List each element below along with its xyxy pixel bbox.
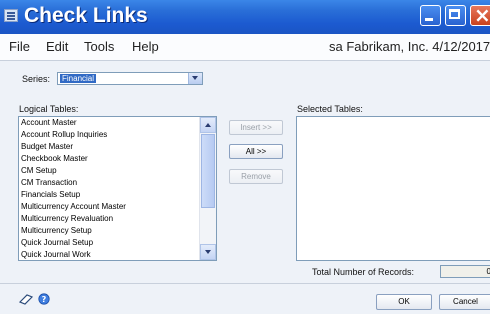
list-item[interactable]: Multicurrency Account Master (21, 202, 126, 211)
all-button[interactable]: All >> (229, 144, 283, 159)
list-item[interactable]: Budget Master (21, 142, 73, 151)
series-label: Series: (22, 74, 51, 84)
title-bar[interactable]: Check Links × (0, 0, 490, 34)
remove-button[interactable]: Remove (229, 169, 283, 184)
list-item[interactable]: Financials Setup (21, 190, 80, 199)
close-button[interactable]: × (470, 3, 490, 27)
total-records-value: 0 (440, 265, 490, 278)
help-icon[interactable]: ? (38, 293, 50, 305)
logical-tables-list[interactable]: Account Master Account Rollup Inquiries … (18, 116, 217, 261)
chevron-down-icon[interactable] (188, 73, 202, 84)
menu-edit[interactable]: Edit (46, 39, 68, 54)
check-links-window: Check Links × File Edit Tools Help sa Fa… (0, 0, 490, 314)
scroll-thumb[interactable] (201, 134, 215, 208)
menu-help[interactable]: Help (132, 39, 159, 54)
app-icon (4, 9, 18, 22)
list-item[interactable]: CM Transaction (21, 178, 77, 187)
selected-tables-list[interactable] (296, 116, 490, 261)
minimize-button[interactable] (420, 5, 441, 26)
svg-text:?: ? (42, 295, 47, 304)
list-item[interactable]: Checkbook Master (21, 154, 88, 163)
list-item[interactable]: CM Setup (21, 166, 57, 175)
menu-bar: File Edit Tools Help sa Fabrikam, Inc. 4… (0, 34, 490, 61)
menu-file[interactable]: File (9, 39, 30, 54)
list-item[interactable]: Account Rollup Inquiries (21, 130, 107, 139)
list-item[interactable]: Multicurrency Setup (21, 226, 92, 235)
scroll-down-icon[interactable] (200, 244, 216, 260)
series-value: Financial (60, 74, 97, 83)
window-title: Check Links (24, 4, 148, 27)
ok-button[interactable]: OK (376, 294, 432, 310)
list-item[interactable]: Quick Journal Setup (21, 238, 93, 247)
logical-tables-label: Logical Tables: (19, 104, 79, 114)
insert-button[interactable]: Insert >> (229, 120, 283, 135)
maximize-button[interactable] (445, 5, 466, 26)
close-icon: × (474, 3, 490, 27)
list-item[interactable]: Quick Journal Work (21, 250, 91, 259)
scroll-up-icon[interactable] (200, 117, 216, 133)
company-date-label: sa Fabrikam, Inc. 4/12/2017 (329, 39, 490, 54)
menu-tools[interactable]: Tools (84, 39, 114, 54)
note-icon[interactable] (18, 293, 34, 305)
list-item[interactable]: Multicurrency Revaluation (21, 214, 113, 223)
series-select[interactable]: Financial (57, 72, 203, 85)
list-scrollbar[interactable] (199, 117, 216, 260)
list-item[interactable]: Account Master (21, 118, 77, 127)
cancel-button[interactable]: Cancel (439, 294, 490, 310)
footer-separator (0, 283, 490, 284)
total-records-label: Total Number of Records: (312, 267, 415, 277)
selected-tables-label: Selected Tables: (297, 104, 363, 114)
